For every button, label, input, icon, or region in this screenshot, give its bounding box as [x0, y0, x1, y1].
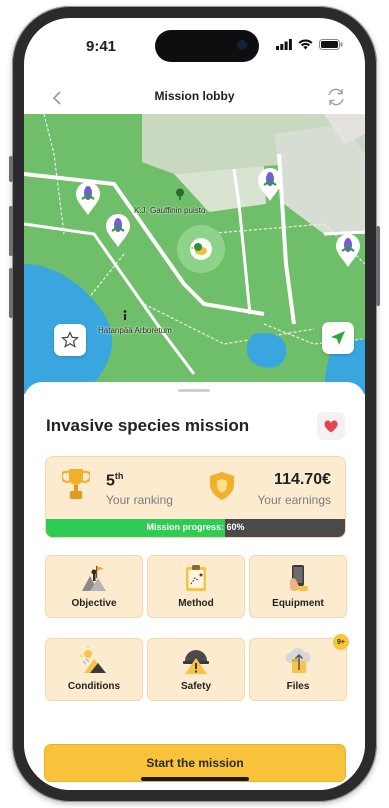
ranking-suffix: th — [114, 471, 124, 481]
species-pin-icon[interactable] — [334, 234, 362, 268]
navigation-arrow-icon — [331, 331, 345, 345]
home-indicator[interactable] — [141, 777, 249, 781]
sheet-handle[interactable] — [178, 389, 210, 392]
earnings-shield-icon — [210, 472, 234, 500]
species-pin-icon[interactable] — [256, 168, 284, 202]
tile-label: Files — [286, 681, 310, 692]
mission-progress-bar: Mission progress: 60% — [46, 519, 345, 537]
screen: 9:41 Mission lobby K.J. Gauffinin puisto… — [24, 18, 365, 790]
ranking-number: 5 — [106, 472, 115, 490]
clipboard-icon — [186, 565, 206, 591]
map-label-arboretum: Hatanpää Arboretum — [98, 326, 172, 335]
tile-label: Conditions — [67, 681, 121, 692]
side-button — [376, 226, 380, 306]
camera-dot — [237, 40, 247, 50]
tile-safety[interactable]: Safety — [147, 638, 245, 701]
map-view[interactable]: K.J. Gauffinin puisto Hatanpää Arboretum — [24, 114, 365, 394]
status-bar: 9:41 — [24, 18, 365, 68]
info-icon — [123, 310, 127, 320]
favorite-button[interactable] — [317, 412, 345, 440]
summit-flag-icon — [82, 566, 106, 591]
page-title: Mission lobby — [154, 89, 235, 103]
earnings-value: 114.70€ — [274, 471, 331, 488]
mission-stats-card: 5th Your ranking 114.70€ Your earnings M… — [45, 456, 346, 538]
trophy-icon — [62, 469, 90, 499]
hard-hat-warning-icon — [183, 650, 209, 674]
species-pin-icon[interactable] — [104, 214, 132, 248]
user-location-icon — [190, 238, 212, 260]
ranking-label: Your ranking — [106, 493, 173, 507]
tile-label: Safety — [180, 681, 211, 692]
earnings-label: Your earnings — [257, 493, 331, 507]
favorite-map-button[interactable] — [54, 324, 86, 356]
species-pin-icon[interactable] — [74, 182, 102, 216]
tile-conditions[interactable]: Conditions — [45, 638, 143, 701]
progress-label: Mission progress: 60% — [146, 522, 245, 532]
status-icons — [276, 39, 343, 50]
mission-title: Invasive species mission — [46, 416, 250, 435]
mission-sheet: Invasive species mission 5th Your rankin… — [24, 382, 365, 790]
phone-in-hand-icon — [289, 565, 308, 591]
battery-icon — [319, 39, 343, 50]
heart-icon — [324, 419, 338, 432]
ranking-value: 5th — [106, 471, 123, 490]
tree-icon — [176, 188, 184, 200]
wifi-icon — [298, 39, 313, 50]
weather-icon — [80, 647, 106, 673]
tile-files[interactable]: Files 9+ — [249, 634, 349, 701]
files-count-badge: 9+ — [333, 634, 349, 650]
dynamic-island — [155, 30, 259, 62]
volume-up-button — [9, 206, 13, 256]
tile-method[interactable]: Method — [147, 555, 245, 618]
tile-equipment[interactable]: Equipment — [249, 555, 347, 618]
refresh-button[interactable] — [325, 86, 347, 113]
refresh-icon — [328, 88, 344, 106]
tile-objective[interactable]: Objective — [45, 555, 143, 618]
tile-label: Equipment — [272, 598, 324, 609]
map-label-park: K.J. Gauffinin puisto — [134, 206, 206, 215]
tile-label: Method — [178, 598, 214, 609]
locate-me-button[interactable] — [322, 322, 354, 354]
status-time: 9:41 — [86, 38, 117, 55]
tile-label: Objective — [71, 598, 117, 609]
cloud-upload-folder-icon — [285, 648, 311, 673]
star-outline-icon — [61, 331, 79, 348]
nav-bar: Mission lobby — [24, 78, 365, 116]
signal-icon — [276, 39, 292, 50]
mute-switch — [9, 156, 13, 182]
volume-down-button — [9, 268, 13, 318]
